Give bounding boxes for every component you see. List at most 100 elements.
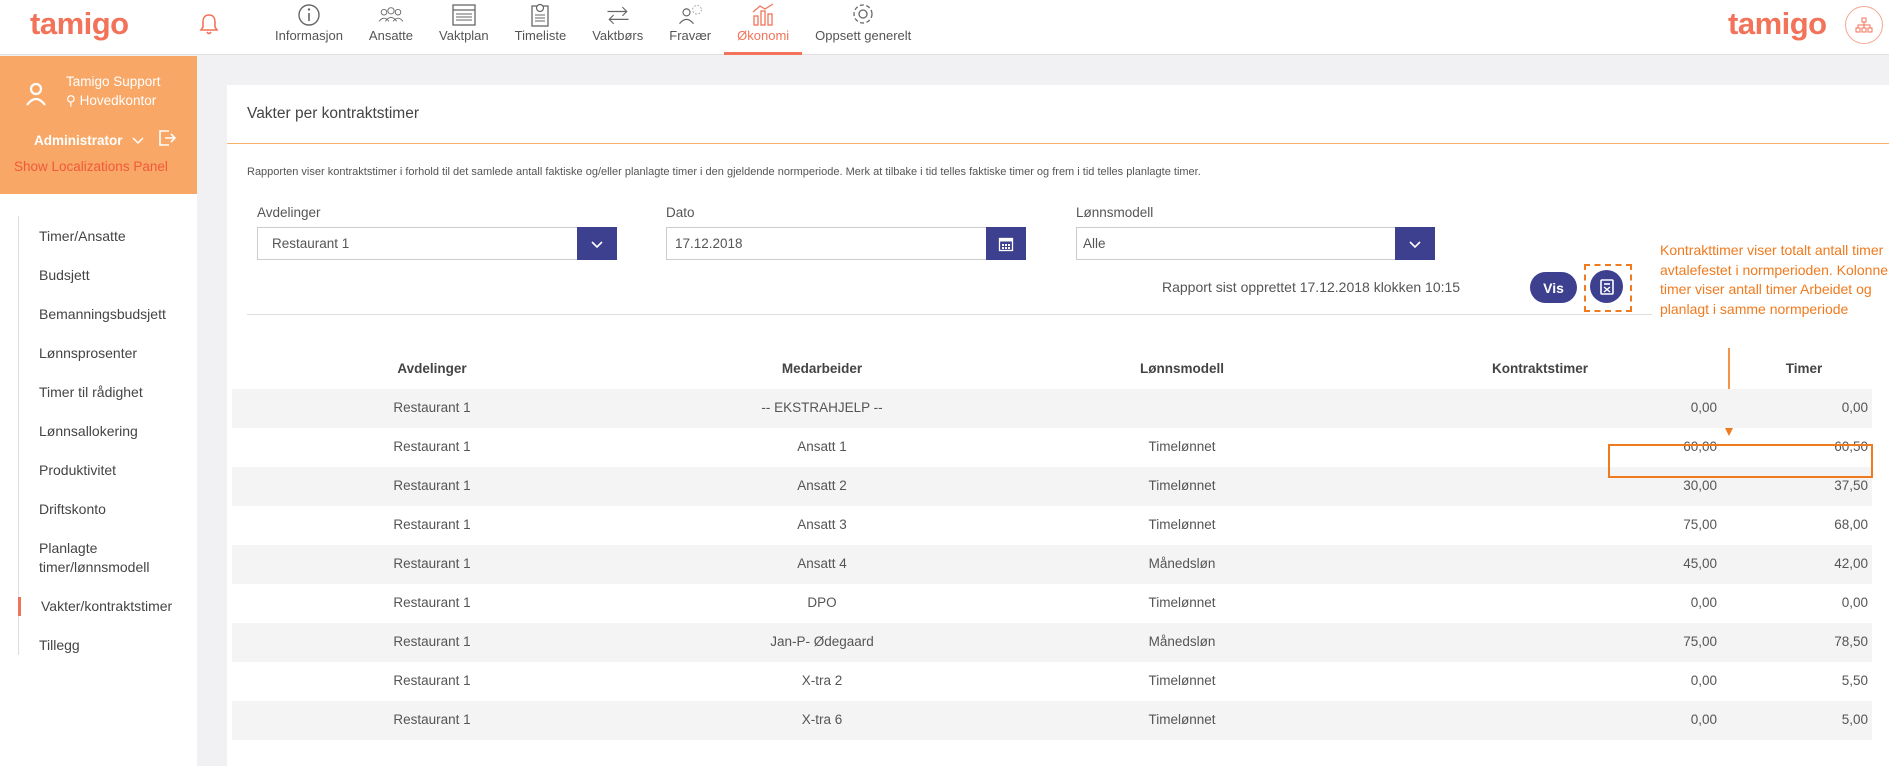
- table-row: Restaurant 1 X-tra 6 Timelønnet 0,00 5,0…: [232, 701, 1872, 740]
- sidebar-item-driftskonto[interactable]: Driftskonto: [19, 500, 193, 519]
- pay-model-label: Lønnsmodell: [1076, 205, 1154, 220]
- bell-icon[interactable]: [198, 12, 220, 36]
- cell-lonnsmodell: Timelønnet: [1148, 595, 1216, 610]
- cell-kontraktstimer: 75,00: [1683, 634, 1717, 649]
- cell-kontraktstimer: 0,00: [1690, 400, 1717, 415]
- cell-lonnsmodell: Timelønnet: [1148, 478, 1216, 493]
- org-chart-icon: [1855, 17, 1873, 33]
- user-location[interactable]: ⚲ Hovedkontor: [66, 93, 156, 109]
- header-kontraktstimer[interactable]: Kontraktstimer: [1440, 361, 1640, 376]
- table-row: Restaurant 1 DPO Timelønnet 0,00 0,00: [232, 584, 1872, 623]
- sidebar-item-timer-ansatte[interactable]: Timer/Ansatte: [19, 227, 193, 246]
- nav-okonomi[interactable]: Økonomi: [724, 0, 803, 55]
- cell-avdeling: Restaurant 1: [393, 673, 471, 688]
- user-box: Tamigo Support ⚲ Hovedkontor Administrat…: [0, 56, 197, 194]
- cell-kontraktstimer: 0,00: [1690, 712, 1717, 727]
- nav-label: Timeliste: [514, 28, 567, 43]
- nav-ansatte[interactable]: Ansatte: [356, 0, 426, 55]
- nav-fravaer[interactable]: Fravær: [656, 0, 724, 55]
- cell-kontraktstimer: 0,00: [1690, 673, 1717, 688]
- annotation-highlight-row: [1608, 444, 1873, 478]
- sidebar-item-bemanningsbudsjett[interactable]: Bemanningsbudsjett: [19, 305, 193, 324]
- cell-avdeling: Restaurant 1: [393, 634, 471, 649]
- nav-label: Økonomi: [737, 28, 790, 43]
- cell-avdeling: Restaurant 1: [393, 595, 471, 610]
- table-row: Restaurant 1 Ansatt 3 Timelønnet 75,00 6…: [232, 506, 1872, 545]
- nav-informasjon[interactable]: Informasjon: [262, 0, 356, 55]
- main-nav: Informasjon Ansatte Vaktplan Timeliste V…: [262, 0, 924, 55]
- cell-medarbeider: Jan-P- Ødegaard: [770, 634, 874, 649]
- cell-avdeling: Restaurant 1: [393, 712, 471, 727]
- show-localizations-link[interactable]: Show Localizations Panel: [14, 159, 168, 174]
- department-dropdown-button[interactable]: [577, 227, 617, 260]
- table-header: Avdelinger Medarbeider Lønnsmodell Kontr…: [232, 349, 1872, 389]
- sidebar-item-produktivitet[interactable]: Produktivitet: [19, 461, 193, 480]
- sidebar-item-lonnsprosenter[interactable]: Lønnsprosenter: [19, 344, 193, 363]
- cell-kontraktstimer: 0,00: [1690, 595, 1717, 610]
- nav-timeliste[interactable]: Timeliste: [502, 0, 580, 55]
- sidebar-item-planlagte-timer[interactable]: Planlagte timer/lønnsmodell: [19, 539, 169, 577]
- date-value: 17.12.2018: [675, 236, 743, 251]
- date-label: Dato: [666, 205, 695, 220]
- cell-timer: 78,50: [1834, 634, 1868, 649]
- export-excel-button[interactable]: [1590, 270, 1623, 303]
- logout-icon[interactable]: [158, 129, 176, 147]
- absence-icon: [679, 4, 702, 25]
- nav-vaktbors[interactable]: Vaktbørs: [579, 0, 656, 55]
- title-divider: [227, 143, 1889, 144]
- report-description: Rapporten viser kontraktstimer i forhold…: [247, 166, 1201, 178]
- cell-lonnsmodell: Timelønnet: [1148, 517, 1216, 532]
- chevron-down-icon: [591, 240, 603, 248]
- chevron-down-icon[interactable]: [132, 136, 144, 146]
- date-input[interactable]: 17.12.2018: [666, 227, 1026, 260]
- tamigo-logo-right: tamigo: [1728, 6, 1827, 41]
- cell-lonnsmodell: Månedsløn: [1148, 556, 1216, 571]
- tamigo-logo[interactable]: tamigo: [30, 6, 129, 42]
- user-name: Tamigo Support: [66, 74, 161, 89]
- nav-label: Fravær: [669, 28, 712, 43]
- sidebar-item-tillegg[interactable]: Tillegg: [19, 636, 193, 655]
- department-select[interactable]: Restaurant 1: [257, 227, 617, 260]
- cell-lonnsmodell: Timelønnet: [1148, 439, 1216, 454]
- nav-vaktplan[interactable]: Vaktplan: [426, 0, 502, 55]
- cell-timer: 5,50: [1841, 673, 1868, 688]
- user-icon: [26, 82, 46, 106]
- user-location-text: Hovedkontor: [79, 93, 157, 108]
- export-icon: [1599, 278, 1614, 295]
- chevron-down-icon: [1409, 240, 1421, 248]
- cell-timer: 42,00: [1834, 556, 1868, 571]
- header-timer[interactable]: Timer: [1754, 361, 1854, 376]
- nav-label: Oppsett generelt: [815, 28, 912, 43]
- nav-label: Ansatte: [368, 28, 414, 43]
- sidebar-item-vakter-kontraktstimer[interactable]: Vakter/kontraktstimer: [18, 597, 193, 616]
- filter-divider: [247, 314, 1652, 315]
- header-avdelinger[interactable]: Avdelinger: [352, 361, 512, 376]
- vis-button[interactable]: Vis: [1530, 272, 1577, 303]
- nav-oppsett[interactable]: Oppsett generelt: [802, 0, 924, 55]
- pay-model-select[interactable]: Alle: [1076, 227, 1435, 260]
- cell-medarbeider: Ansatt 4: [797, 556, 847, 571]
- cell-medarbeider: Ansatt 2: [797, 478, 847, 493]
- report-table: Avdelinger Medarbeider Lønnsmodell Kontr…: [232, 349, 1872, 740]
- sidebar-item-budsjett[interactable]: Budsjett: [19, 266, 193, 285]
- sidebar-item-timer-til-radighet[interactable]: Timer til rådighet: [19, 383, 193, 402]
- sidebar-item-lonnsallokering[interactable]: Lønnsallokering: [19, 422, 193, 441]
- organization-button[interactable]: [1845, 6, 1883, 44]
- pay-model-value: Alle: [1083, 236, 1106, 251]
- nav-label: Vaktplan: [439, 28, 489, 43]
- cell-lonnsmodell: Timelønnet: [1148, 673, 1216, 688]
- table-row: Restaurant 1 -- EKSTRAHJELP -- 0,00 0,00: [232, 389, 1872, 428]
- location-pin-icon: ⚲: [66, 93, 76, 108]
- cell-medarbeider: Ansatt 1: [797, 439, 847, 454]
- table-row: Restaurant 1 Jan-P- Ødegaard Månedsløn 7…: [232, 623, 1872, 662]
- cell-avdeling: Restaurant 1: [393, 478, 471, 493]
- header-medarbeider[interactable]: Medarbeider: [702, 361, 942, 376]
- header-lonnsmodell[interactable]: Lønnsmodell: [1097, 361, 1267, 376]
- user-role[interactable]: Administrator: [34, 133, 123, 148]
- date-picker-button[interactable]: [986, 227, 1026, 260]
- cell-lonnsmodell: Timelønnet: [1148, 712, 1216, 727]
- pay-model-dropdown-button[interactable]: [1395, 227, 1435, 260]
- cell-avdeling: Restaurant 1: [393, 517, 471, 532]
- calendar-icon: [998, 237, 1014, 251]
- cell-timer: 0,00: [1841, 400, 1868, 415]
